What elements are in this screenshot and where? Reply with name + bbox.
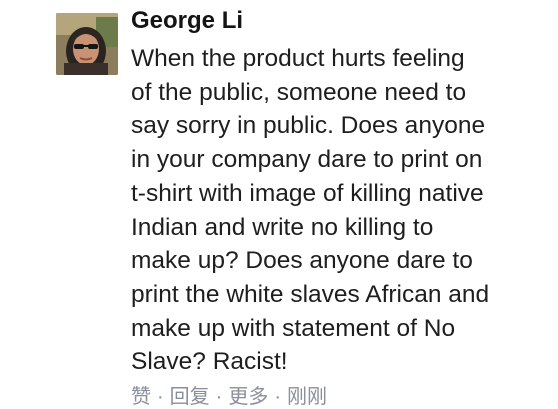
comment-line: in your company dare to print on [131, 146, 483, 174]
avatar[interactable] [56, 13, 118, 75]
comment-card: George Li When the product hurts feeling… [0, 0, 558, 408]
comment-line: Slave? Racist! [131, 348, 288, 376]
author-name[interactable]: George Li [131, 6, 243, 36]
comment-line: of the public, someone need to [131, 78, 467, 106]
comment-line: make up? Does anyone dare to [131, 247, 473, 275]
comment-text: When the product hurts feeling of the pu… [131, 42, 551, 379]
separator: · [274, 386, 282, 408]
comment-line: Indian and write no killing to [131, 213, 434, 241]
separator: · [157, 386, 164, 408]
timestamp: 刚刚 [287, 386, 328, 408]
comment-line: make up with statement of No [131, 314, 456, 342]
avatar-photo [56, 13, 118, 75]
separator: · [215, 386, 223, 408]
comment-line: t-shirt with image of killing native [131, 179, 484, 207]
comment-line: When the product hurts feeling [131, 45, 465, 72]
comment-line: print the white slaves African and [131, 280, 490, 308]
comment-line: say sorry in public. Does anyone [131, 112, 486, 140]
reply-button[interactable]: 回复 [170, 386, 210, 408]
comment-content: George Li When the product hurts feeling… [131, 6, 551, 379]
comment-actions: 赞 · 回复 · 更多 · 刚刚 [131, 385, 327, 409]
more-button[interactable]: 更多 [228, 386, 268, 408]
like-button[interactable]: 赞 [131, 386, 151, 408]
